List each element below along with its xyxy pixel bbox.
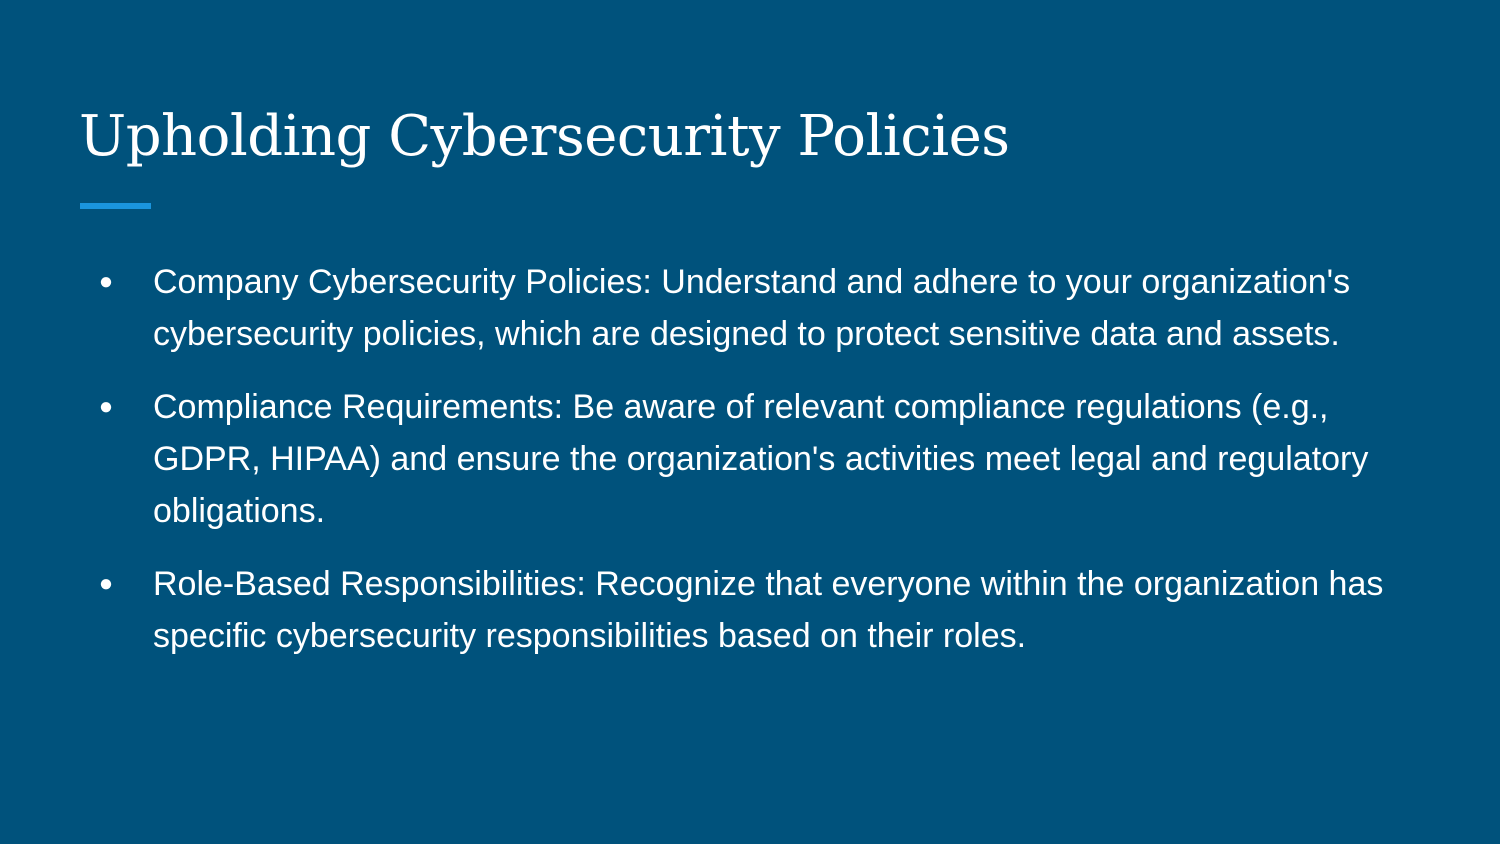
bullet-item: ● Company Cybersecurity Policies: Unders… [92,256,1432,360]
bullet-text: Role-Based Responsibilities: Recognize t… [153,565,1384,655]
bullet-item: ● Role-Based Responsibilities: Recognize… [92,558,1432,662]
bullet-list: ● Company Cybersecurity Policies: Unders… [92,256,1432,683]
bullet-icon: ● [98,570,114,597]
bullet-text: Company Cybersecurity Policies: Understa… [153,263,1351,353]
slide: Upholding Cybersecurity Policies ● Compa… [0,0,1500,844]
slide-title: Upholding Cybersecurity Policies [79,104,1010,169]
bullet-text: Compliance Requirements: Be aware of rel… [153,388,1369,530]
bullet-item: ● Compliance Requirements: Be aware of r… [92,381,1432,537]
title-accent-bar [80,203,151,209]
bullet-icon: ● [98,393,114,420]
bullet-icon: ● [98,268,114,295]
